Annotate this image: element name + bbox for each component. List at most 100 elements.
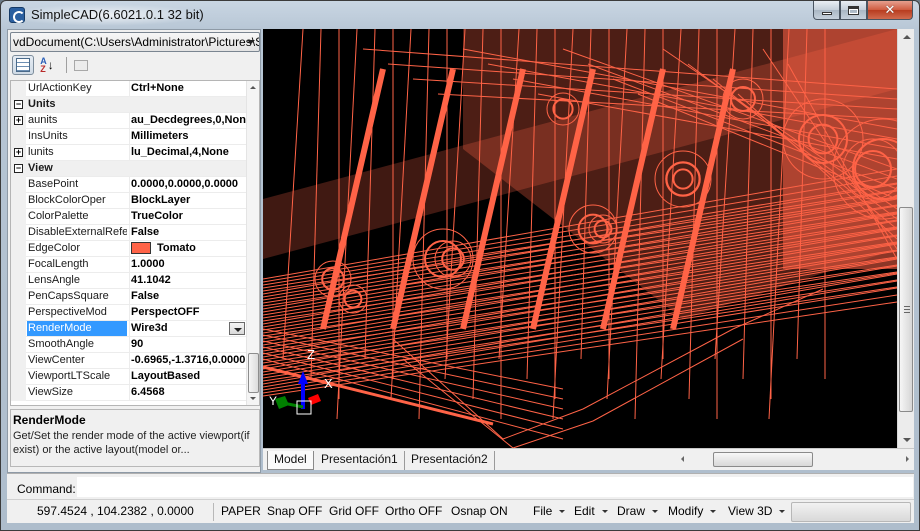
property-row[interactable]: ViewportLTScale LayoutBased [11, 369, 247, 385]
menu-edit[interactable]: Edit [574, 500, 608, 522]
scroll-down-icon[interactable] [903, 438, 911, 442]
property-value[interactable]: au_Decdegrees,0,None [129, 113, 247, 128]
collapse-icon[interactable]: − [14, 100, 23, 109]
scroll-left-icon[interactable] [681, 456, 684, 462]
tab-presentacion1[interactable]: Presentación1 [315, 451, 405, 470]
property-row[interactable]: PenCapsSquare False [11, 289, 247, 305]
dropdown-button[interactable] [229, 322, 245, 335]
property-panel: vdDocument(C:\Users\Administrator\Pictur… [7, 29, 261, 473]
property-row[interactable]: BasePoint 0.0000,0.0000,0.0000 [11, 177, 247, 193]
property-value[interactable]: Tomato [129, 241, 247, 256]
property-category[interactable]: − View [11, 161, 247, 177]
property-value[interactable]: 0.0000,0.0000,0.0000 [129, 177, 247, 192]
wire-edge [263, 273, 897, 385]
property-row[interactable]: RenderMode Wire3d [11, 321, 247, 337]
color-swatch [131, 242, 151, 255]
property-value[interactable]: 41.1042 [129, 273, 247, 288]
scroll-right-icon[interactable] [906, 456, 909, 462]
command-input[interactable] [77, 477, 913, 497]
property-value[interactable]: 1.0000 [129, 257, 247, 272]
property-value[interactable]: PerspectOFF [129, 305, 247, 320]
expand-icon[interactable]: + [14, 148, 23, 157]
tab-presentacion2[interactable]: Presentación2 [405, 451, 495, 470]
scroll-thumb[interactable] [713, 452, 813, 467]
categorized-button[interactable] [12, 55, 34, 75]
z-axis-label: Z [307, 347, 315, 362]
maximize-button[interactable] [840, 1, 867, 20]
property-name: DisableExternalRefe [28, 226, 127, 238]
scroll-up-icon[interactable] [250, 86, 256, 89]
grid-toggle[interactable]: Grid OFF [329, 500, 379, 522]
ortho-toggle[interactable]: Ortho OFF [385, 500, 442, 522]
property-row[interactable]: ViewCenter -0.6965,-1.3716,0.0000 [11, 353, 247, 369]
menu-modify[interactable]: Modify [668, 500, 717, 522]
caret-down-icon [710, 510, 717, 514]
property-row[interactable]: InsUnits Millimeters [11, 129, 247, 145]
category-name: View [28, 162, 53, 174]
app-window: SimpleCAD(6.6021.0.1 32 bit) ✕ vdDocumen… [0, 0, 920, 531]
property-name: ColorPalette [28, 210, 89, 222]
property-row[interactable]: LensAngle 41.1042 [11, 273, 247, 289]
tab-model[interactable]: Model [267, 451, 314, 470]
viewport-vertical-scrollbar[interactable] [897, 29, 914, 448]
expand-icon[interactable]: + [14, 116, 23, 125]
menu-file[interactable]: File [533, 500, 566, 522]
scroll-down-icon[interactable] [250, 397, 256, 400]
property-pages-button[interactable] [70, 55, 92, 75]
scroll-up-icon[interactable] [903, 35, 911, 39]
property-value[interactable]: 6.4568 [129, 385, 247, 400]
paper-toggle[interactable]: PAPER [221, 500, 261, 522]
property-value[interactable]: Ctrl+None [129, 81, 247, 96]
property-row[interactable]: UrlActionKey Ctrl+None [11, 81, 247, 97]
property-row[interactable]: + aunits au_Decdegrees,0,None [11, 113, 247, 129]
property-row[interactable]: BlockColorOper BlockLayer [11, 193, 247, 209]
viewport-horizontal-scrollbar[interactable] [679, 451, 911, 468]
caret-down-icon [779, 510, 786, 514]
property-row[interactable]: PerspectiveMod PerspectOFF [11, 305, 247, 321]
property-row[interactable]: SmoothAngle 90 [11, 337, 247, 353]
property-category[interactable]: − Units [11, 97, 247, 113]
property-name: ViewSize [28, 386, 74, 398]
property-name: PenCapsSquare [28, 290, 109, 302]
category-name: Units [28, 98, 56, 110]
property-grid-scrollbar[interactable] [246, 81, 259, 405]
property-row[interactable]: DisableExternalRefe False [11, 225, 247, 241]
property-name: BasePoint [28, 178, 79, 190]
property-row[interactable]: + lunits lu_Decimal,4,None [11, 145, 247, 161]
grip-icon [904, 306, 910, 313]
alphabetical-button[interactable]: A Z ↓ [36, 55, 58, 75]
scroll-thumb[interactable] [248, 353, 259, 393]
property-row[interactable]: ViewSize 6.4568 [11, 385, 247, 401]
property-row[interactable]: ColorPalette TrueColor [11, 209, 247, 225]
property-value[interactable]: lu_Decimal,4,None [129, 145, 247, 160]
minimize-icon [821, 11, 832, 15]
close-icon: ✕ [884, 2, 896, 17]
property-row[interactable]: EdgeColor Tomato [11, 241, 247, 257]
property-name: RenderMode [27, 321, 127, 336]
property-value[interactable]: False [129, 225, 247, 240]
menu-draw[interactable]: Draw [617, 500, 659, 522]
property-value[interactable]: Millimeters [129, 129, 247, 144]
property-value[interactable]: 90 [129, 337, 247, 352]
property-value[interactable]: LayoutBased [129, 369, 247, 384]
property-name: lunits [28, 146, 54, 158]
minimize-button[interactable] [813, 1, 840, 20]
scroll-thumb[interactable] [899, 207, 913, 412]
property-value[interactable]: False [129, 289, 247, 304]
collapse-icon[interactable]: − [14, 164, 23, 173]
x-axis-arrow [308, 394, 321, 405]
property-value[interactable]: TrueColor [129, 209, 247, 224]
cad-viewport[interactable]: Z X Y [263, 29, 897, 448]
osnap-toggle[interactable]: Osnap ON [451, 500, 508, 522]
app-logo-icon[interactable] [9, 7, 25, 23]
property-name: EdgeColor [28, 242, 80, 254]
snap-toggle[interactable]: Snap OFF [267, 500, 322, 522]
document-selector[interactable]: vdDocument(C:\Users\Administrator\Pictur… [10, 32, 260, 52]
property-name: InsUnits [28, 130, 68, 142]
property-value[interactable]: BlockLayer [129, 193, 247, 208]
menu-view3d[interactable]: View 3D [728, 500, 786, 522]
property-value[interactable]: -0.6965,-1.3716,0.0000 [129, 353, 247, 368]
property-value[interactable]: Wire3d [129, 321, 247, 336]
property-row[interactable]: FocalLength 1.0000 [11, 257, 247, 273]
close-button[interactable]: ✕ [867, 1, 913, 20]
